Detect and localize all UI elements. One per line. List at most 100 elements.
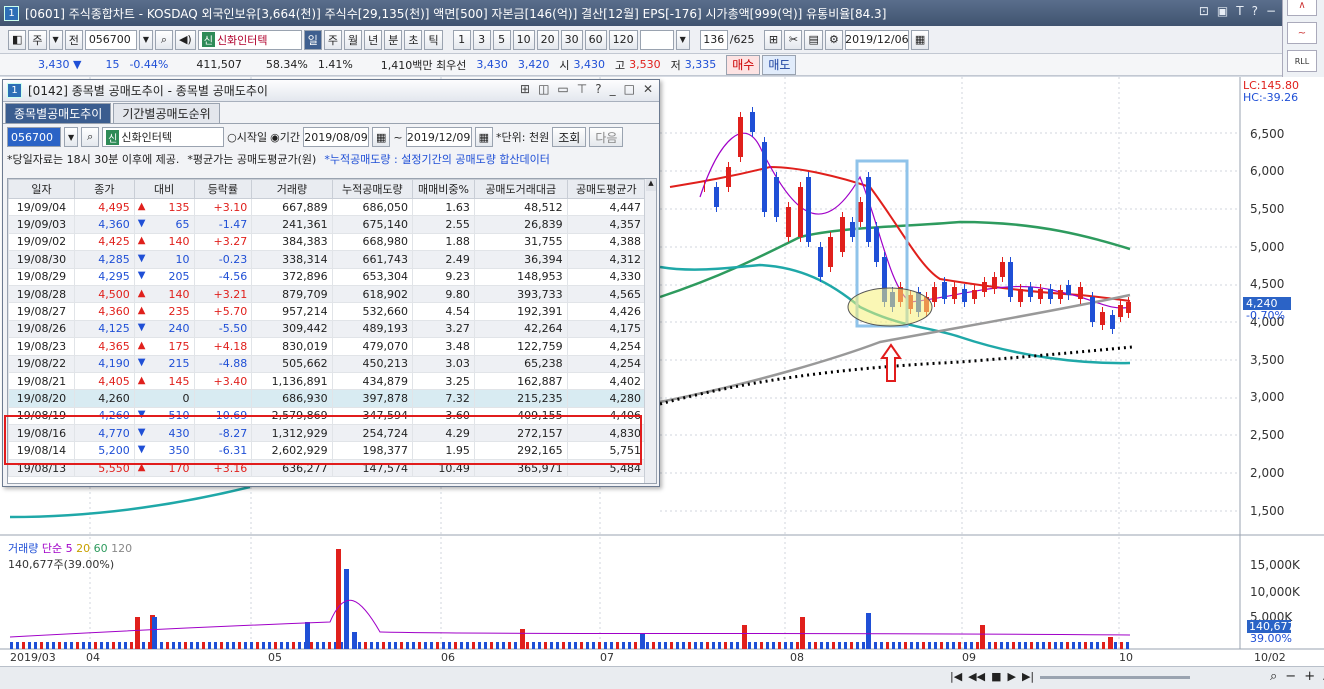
column-header[interactable]: 누적공매도량 bbox=[331, 179, 414, 199]
save-icon[interactable]: ▤ bbox=[804, 29, 823, 50]
count-input[interactable]: 136 bbox=[699, 29, 728, 50]
search-icon[interactable]: ⌕ bbox=[154, 29, 173, 50]
period-tick[interactable]: 틱 bbox=[424, 29, 443, 50]
trend-tool-icon[interactable]: ∧ bbox=[1287, 0, 1317, 16]
table-row[interactable]: 19/08/26 4,125 ▼ 240 -5.50 309,442 489,193 3.27… bbox=[8, 319, 647, 339]
column-header[interactable]: 거래량 bbox=[251, 179, 333, 199]
all-market-button[interactable]: 전 bbox=[64, 29, 83, 50]
period-day[interactable]: 일 bbox=[303, 29, 322, 50]
line-tool-icon[interactable]: ~ bbox=[1287, 22, 1317, 44]
scroll-next-icon[interactable]: ▶ bbox=[1008, 670, 1016, 683]
scroll-prev-icon[interactable]: ◀◀ bbox=[968, 670, 985, 683]
period-second[interactable]: 초 bbox=[404, 29, 423, 50]
tab-stock-short-trend[interactable]: 종목별공매도추이 bbox=[5, 103, 112, 123]
close-icon[interactable]: ✕ bbox=[643, 82, 653, 96]
column-header[interactable]: 일자 bbox=[8, 179, 75, 199]
period-month[interactable]: 월 bbox=[343, 29, 363, 50]
to-date-input[interactable]: 2019/12/09 bbox=[405, 127, 472, 147]
minimize-icon[interactable]: _ bbox=[610, 82, 616, 96]
table-row[interactable]: 19/08/27 4,360 ▲ 235 +5.70 957,214 532,660 4.54… bbox=[8, 302, 647, 321]
period-week[interactable]: 주 bbox=[323, 29, 342, 50]
table-row[interactable]: 19/09/02 4,425 ▲ 140 +3.27 384,383 668,980 1.88… bbox=[8, 232, 647, 252]
table-scrollbar[interactable]: ▲ bbox=[644, 179, 656, 483]
market-dropdown-icon[interactable]: ▼ bbox=[48, 29, 63, 50]
text-icon[interactable]: T bbox=[1236, 4, 1243, 18]
help-icon[interactable]: ? bbox=[595, 82, 601, 96]
table-row[interactable]: 19/08/13 5,550 ▲ 170 +3.16 636,277 147,574 10.4… bbox=[8, 458, 647, 478]
sub-code-input[interactable]: 056700 bbox=[7, 127, 61, 147]
pin-icon[interactable]: ⊤ bbox=[577, 82, 587, 96]
table-row[interactable]: 19/09/03 4,360 ▼ 65 -1.47 241,361 675,140 2.55 2… bbox=[8, 215, 647, 234]
settings-icon[interactable]: ⚙ bbox=[824, 29, 843, 50]
period-year[interactable]: 년 bbox=[364, 29, 383, 50]
interval-3[interactable]: 3 bbox=[472, 29, 491, 50]
zoom-in-icon[interactable]: + bbox=[1304, 669, 1315, 684]
maximize-icon[interactable]: □ bbox=[624, 82, 635, 96]
next-button[interactable]: 다음 bbox=[589, 127, 624, 147]
stock-code-input[interactable]: 056700 bbox=[84, 29, 137, 50]
table-row[interactable]: 19/08/19 4,260 ▼ 510 -10.69 2,579,869 347,594 3… bbox=[8, 406, 647, 426]
column-header[interactable]: 종가 bbox=[73, 179, 135, 199]
interval-120[interactable]: 120 bbox=[608, 29, 638, 50]
period-minute[interactable]: 분 bbox=[384, 29, 403, 50]
tile-icon[interactable]: ⊡ bbox=[1199, 4, 1209, 18]
scroll-first-icon[interactable]: |◀ bbox=[950, 670, 962, 683]
print-icon[interactable]: ▭ bbox=[557, 82, 568, 96]
column-header[interactable]: 등락률 bbox=[193, 179, 253, 199]
help-icon[interactable]: ? bbox=[1252, 4, 1258, 18]
tools-icon[interactable]: ✂ bbox=[784, 29, 803, 50]
layout-icon[interactable]: ▣ bbox=[1217, 4, 1228, 18]
table-row[interactable]: 19/08/28 4,500 ▲ 140 +3.21 879,709 618,902 9.80… bbox=[8, 284, 647, 304]
market-select[interactable]: 주 bbox=[28, 29, 47, 50]
layout-toggle-icon[interactable]: ◧ bbox=[8, 29, 27, 50]
sell-button[interactable]: 매도 bbox=[762, 54, 797, 75]
interval-30[interactable]: 30 bbox=[560, 29, 583, 50]
table-row[interactable]: 19/08/30 4,285 ▼ 10 -0.23 338,314 661,743 2.49 3… bbox=[8, 250, 647, 269]
table-row[interactable]: 19/08/22 4,190 ▼ 215 -4.88 505,662 450,213 3.03… bbox=[8, 354, 647, 373]
interval-20[interactable]: 20 bbox=[536, 29, 559, 50]
code-dropdown-icon[interactable]: ▼ bbox=[138, 29, 153, 50]
interval-10[interactable]: 10 bbox=[512, 29, 535, 50]
scroll-stop-icon[interactable]: ■ bbox=[991, 670, 1001, 683]
sound-icon[interactable]: ◀) bbox=[174, 29, 196, 50]
tab-period-short-rank[interactable]: 기간별공매도순위 bbox=[113, 103, 220, 123]
interval-1[interactable]: 1 bbox=[452, 29, 471, 50]
sub-search-icon[interactable]: ⌕ bbox=[81, 127, 100, 147]
date-input[interactable]: 2019/12/06 bbox=[844, 29, 909, 50]
radio-period[interactable]: ◉기간 bbox=[270, 129, 300, 145]
table-row[interactable]: 19/09/04 4,495 ▲ 135 +3.10 667,889 686,050 1.63… bbox=[8, 197, 647, 217]
column-header[interactable]: 매매비중% bbox=[412, 179, 475, 199]
sub-code-dropdown-icon[interactable]: ▼ bbox=[64, 127, 79, 147]
to-calendar-icon[interactable]: ▦ bbox=[474, 127, 494, 147]
interval-60[interactable]: 60 bbox=[584, 29, 607, 50]
interval-custom-input[interactable] bbox=[639, 29, 674, 50]
scroll-last-icon[interactable]: ▶| bbox=[1022, 670, 1034, 683]
link-icon[interactable]: ⊞ bbox=[520, 82, 530, 96]
radio-start-date[interactable]: ○시작일 bbox=[227, 129, 267, 145]
short-selling-table[interactable]: 일자 종가 대비 등락률 거래량 누적공매도량 매매비중% 공매도거래대금 공매도평균가 19/… bbox=[7, 178, 657, 484]
column-header[interactable]: 공매도평균가 bbox=[566, 179, 647, 199]
table-row[interactable]: 19/08/29 4,295 ▼ 205 -4.56 372,896 653,304 9.23… bbox=[8, 267, 647, 286]
calendar-icon[interactable]: ▦ bbox=[910, 29, 930, 50]
table-row[interactable]: 19/08/20 4,260 0 686,930 397,878 7.32 215,235 4… bbox=[8, 389, 647, 408]
current-price: 3,430 ▼ bbox=[38, 58, 82, 71]
table-row[interactable]: 19/08/14 5,200 ▼ 350 -6.31 2,602,929 198,377 1.… bbox=[8, 441, 647, 460]
indicator-icon[interactable]: ⊞ bbox=[764, 29, 783, 50]
rll-tool-icon[interactable]: RLL bbox=[1287, 50, 1317, 72]
column-header[interactable]: 대비 bbox=[133, 179, 195, 199]
copy-icon[interactable]: ◫ bbox=[538, 82, 549, 96]
minimize-icon[interactable]: − bbox=[1266, 4, 1276, 18]
from-calendar-icon[interactable]: ▦ bbox=[372, 127, 391, 147]
table-row[interactable]: 19/08/23 4,365 ▲ 175 +4.18 830,019 479,070 3.48… bbox=[8, 337, 647, 356]
column-header[interactable]: 공매도거래대금 bbox=[473, 179, 568, 199]
zoom-out-icon[interactable]: − bbox=[1285, 669, 1296, 684]
table-row[interactable]: 19/08/16 4,770 ▼ 430 -8.27 1,312,929 254,724 4.… bbox=[8, 424, 647, 443]
interval-dropdown-icon[interactable]: ▼ bbox=[675, 29, 690, 50]
zoom-slider[interactable] bbox=[1040, 676, 1190, 679]
table-row[interactable]: 19/08/21 4,405 ▲ 145 +3.40 1,136,891 434,879 3.… bbox=[8, 371, 647, 391]
from-date-input[interactable]: 2019/08/09 bbox=[303, 127, 369, 147]
query-button[interactable]: 조회 bbox=[552, 127, 587, 147]
interval-5[interactable]: 5 bbox=[492, 29, 511, 50]
buy-button[interactable]: 매수 bbox=[726, 54, 761, 75]
zoom-search-icon[interactable]: ⌕ bbox=[1270, 669, 1277, 684]
